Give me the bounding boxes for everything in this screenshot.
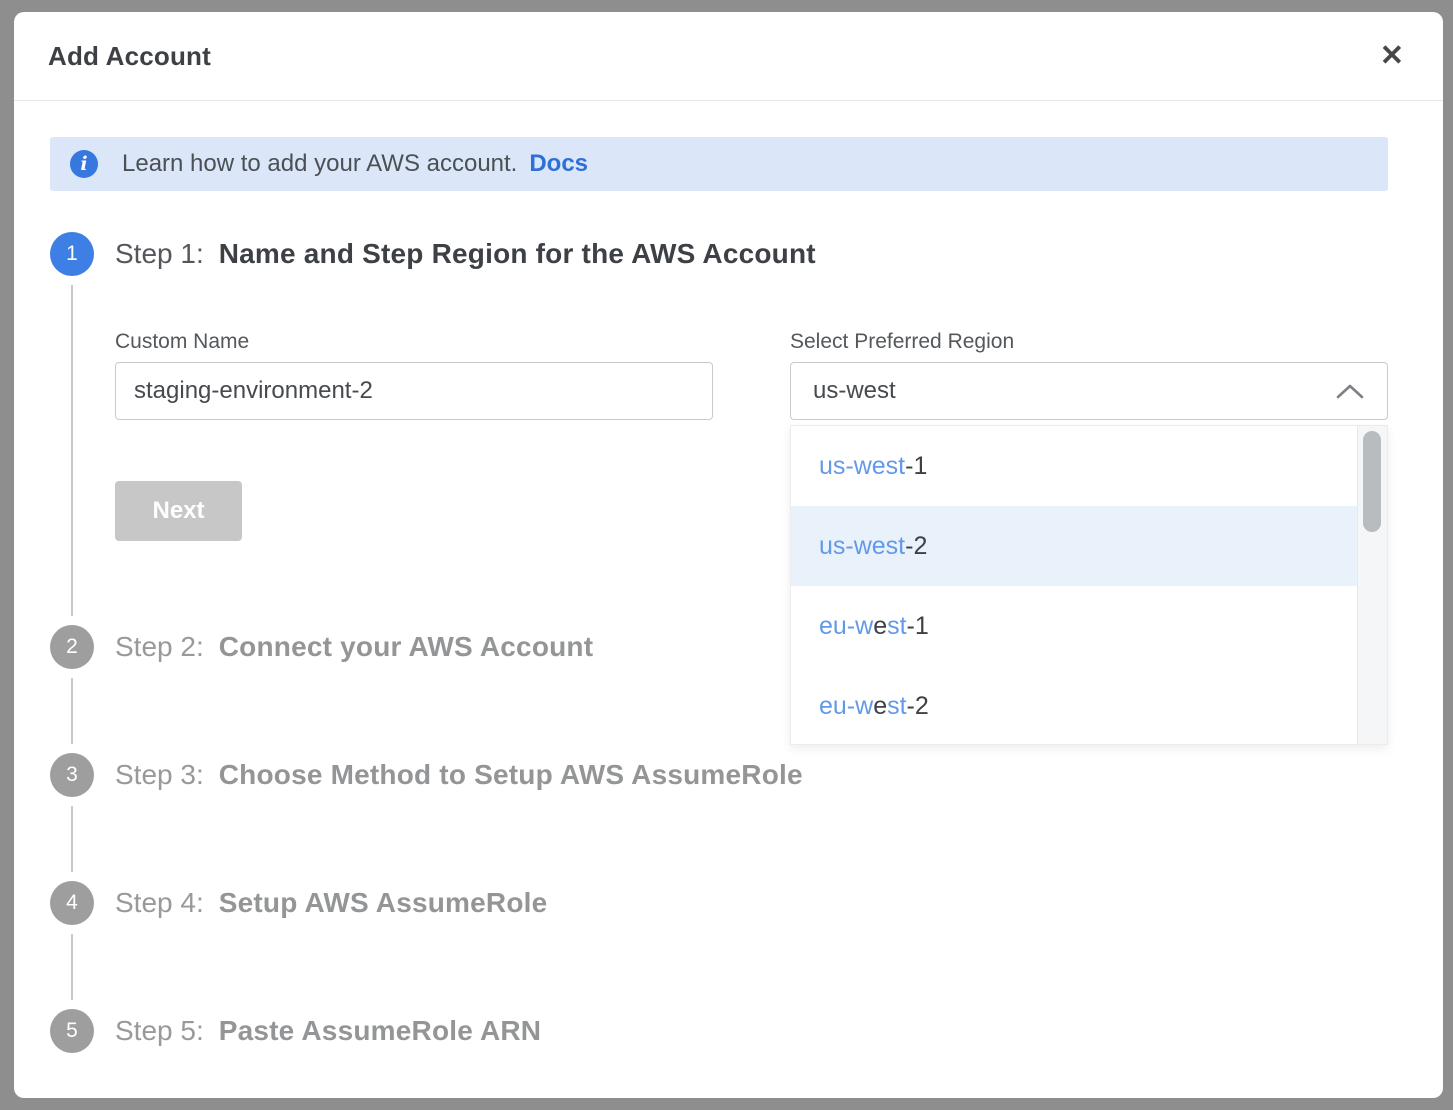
- region-field-group: Select Preferred Region us-west: [790, 330, 1388, 541]
- option-text-segment: eu-w: [819, 692, 873, 721]
- step-4-label: Step 4:: [115, 887, 204, 919]
- modal-title: Add Account: [48, 41, 211, 72]
- add-account-modal: Add Account ✕ i Learn how to add your AW…: [14, 12, 1443, 1098]
- step-3-indicator: 3: [50, 753, 94, 797]
- step-2-label: Step 2:: [115, 631, 204, 663]
- modal-body: i Learn how to add your AWS account. Doc…: [14, 101, 1443, 1098]
- option-text-segment: us-west: [819, 452, 905, 481]
- modal-header: Add Account ✕: [14, 12, 1443, 101]
- step-4-rail: 4: [50, 881, 94, 1009]
- close-icon[interactable]: ✕: [1376, 38, 1408, 75]
- step-3-title: Choose Method to Setup AWS AssumeRole: [219, 759, 803, 791]
- custom-name-field-group: Custom Name Next: [115, 330, 713, 541]
- dropdown-scrollbar-track[interactable]: [1357, 426, 1387, 744]
- step-1-label: Step 1:: [115, 238, 204, 270]
- option-text-segment: -2: [905, 532, 927, 561]
- step-connector-line: [71, 285, 73, 616]
- step-5-title: Paste AssumeRole ARN: [219, 1015, 541, 1047]
- next-button[interactable]: Next: [115, 481, 242, 541]
- docs-info-banner: i Learn how to add your AWS account. Doc…: [50, 137, 1388, 191]
- option-text-segment: -1: [907, 612, 929, 641]
- step-5-heading: Step 5: Paste AssumeRole ARN: [115, 1009, 1388, 1053]
- region-select-value: us-west: [813, 377, 896, 405]
- option-text-segment: e: [873, 612, 887, 641]
- docs-link[interactable]: Docs: [529, 150, 588, 178]
- region-option-eu-west-1[interactable]: eu-west-1: [791, 586, 1357, 666]
- option-text-segment: st: [887, 612, 906, 641]
- step-connector-line: [71, 678, 73, 744]
- region-option-us-west-2[interactable]: us-west-2: [791, 506, 1357, 586]
- region-select[interactable]: us-west: [790, 362, 1388, 420]
- custom-name-label: Custom Name: [115, 330, 713, 354]
- step-1-section: 1 Step 1: Name and Step Region for the A…: [50, 232, 1388, 625]
- option-text-segment: st: [887, 692, 906, 721]
- region-option-us-west-1[interactable]: us-west-1: [791, 426, 1357, 506]
- step-1-indicator: 1: [50, 232, 94, 276]
- region-dropdown: us-west-1us-west-2eu-west-1eu-west-2: [790, 425, 1388, 745]
- chevron-up-icon[interactable]: [1335, 383, 1365, 400]
- option-text-segment: e: [873, 692, 887, 721]
- step-4-heading: Step 4: Setup AWS AssumeRole: [115, 881, 1388, 925]
- option-text-segment: eu-w: [819, 612, 873, 641]
- step-1-title: Name and Step Region for the AWS Account: [219, 238, 816, 270]
- step-4-title: Setup AWS AssumeRole: [219, 887, 548, 919]
- option-text-segment: -1: [905, 452, 927, 481]
- step-1-heading: Step 1: Name and Step Region for the AWS…: [115, 232, 1388, 276]
- step-3-label: Step 3:: [115, 759, 204, 791]
- region-option-eu-west-2[interactable]: eu-west-2: [791, 666, 1357, 746]
- step-3-section: 3 Step 3: Choose Method to Setup AWS Ass…: [50, 753, 1388, 881]
- step-1-rail: 1: [50, 232, 94, 625]
- step-2-title: Connect your AWS Account: [219, 631, 594, 663]
- overlay-backdrop: Add Account ✕ i Learn how to add your AW…: [0, 0, 1453, 1110]
- option-text-segment: -2: [907, 692, 929, 721]
- step-2-indicator: 2: [50, 625, 94, 669]
- step-4-indicator: 4: [50, 881, 94, 925]
- step-5-section: 5 Step 5: Paste AssumeRole ARN: [50, 1009, 1388, 1053]
- step-3-heading: Step 3: Choose Method to Setup AWS Assum…: [115, 753, 1388, 797]
- step-5-label: Step 5:: [115, 1015, 204, 1047]
- step-2-rail: 2: [50, 625, 94, 753]
- region-select-label: Select Preferred Region: [790, 330, 1388, 354]
- step-connector-line: [71, 934, 73, 1000]
- step-3-rail: 3: [50, 753, 94, 881]
- step-1-form: Custom Name Next Select Preferred Region…: [115, 330, 1388, 541]
- option-text-segment: us-west: [819, 532, 905, 561]
- step-5-indicator: 5: [50, 1009, 94, 1053]
- dropdown-scrollbar-thumb[interactable]: [1363, 431, 1381, 532]
- step-5-rail: 5: [50, 1009, 94, 1053]
- info-icon: i: [70, 150, 98, 178]
- step-4-section: 4 Step 4: Setup AWS AssumeRole: [50, 881, 1388, 1009]
- custom-name-input[interactable]: [115, 362, 713, 420]
- banner-text: Learn how to add your AWS account.: [122, 150, 517, 178]
- region-dropdown-options: us-west-1us-west-2eu-west-1eu-west-2: [791, 426, 1357, 744]
- step-connector-line: [71, 806, 73, 872]
